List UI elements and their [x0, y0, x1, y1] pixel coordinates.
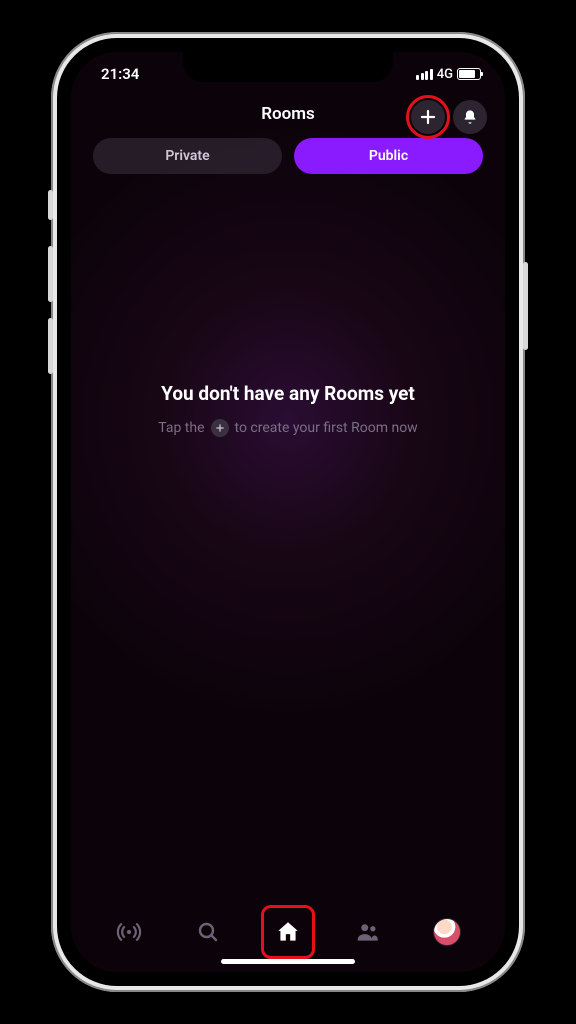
empty-sub-after: to create your first Room now — [235, 420, 418, 436]
plus-icon — [211, 419, 229, 437]
phone-bezel: 21:34 4G Rooms — [57, 38, 519, 986]
tab-public[interactable]: Public — [294, 138, 483, 174]
nav-profile[interactable] — [425, 910, 469, 954]
phone-mute-switch — [48, 190, 53, 220]
search-icon — [196, 920, 220, 944]
tab-private-label: Private — [165, 148, 209, 164]
signal-icon — [416, 69, 433, 80]
tab-private[interactable]: Private — [93, 138, 282, 174]
nav-search[interactable] — [186, 910, 230, 954]
room-tabs: Private Public — [71, 138, 505, 192]
phone-notch — [183, 52, 393, 82]
tab-public-label: Public — [369, 148, 408, 164]
notifications-button[interactable] — [453, 100, 487, 134]
network-label: 4G — [437, 67, 453, 82]
highlight-ring-home — [261, 905, 315, 959]
add-room-button[interactable] — [411, 100, 445, 134]
status-right: 4G — [416, 67, 481, 82]
page-title: Rooms — [261, 104, 315, 124]
avatar — [433, 918, 461, 946]
phone-power-button — [523, 262, 528, 350]
phone-volume-up — [48, 246, 53, 302]
bell-icon — [462, 109, 478, 125]
empty-state-title: You don't have any Rooms yet — [161, 382, 415, 405]
empty-sub-before: Tap the — [158, 420, 204, 436]
empty-state: You don't have any Rooms yet Tap the to … — [71, 192, 505, 900]
nav-home[interactable] — [266, 910, 310, 954]
home-indicator[interactable] — [221, 959, 355, 964]
phone-frame: 21:34 4G Rooms — [51, 32, 525, 992]
highlight-ring-add — [406, 95, 450, 139]
phone-volume-down — [48, 318, 53, 374]
battery-icon — [457, 68, 481, 80]
home-icon — [275, 919, 301, 945]
empty-state-subtitle: Tap the to create your first Room now — [158, 419, 417, 437]
header: Rooms — [71, 96, 505, 138]
header-actions — [411, 100, 487, 134]
people-icon — [355, 919, 381, 945]
nav-people[interactable] — [346, 910, 390, 954]
screen: 21:34 4G Rooms — [71, 52, 505, 972]
plus-icon — [420, 109, 436, 125]
status-time: 21:34 — [101, 65, 139, 83]
broadcast-icon — [116, 919, 142, 945]
nav-live[interactable] — [107, 910, 151, 954]
